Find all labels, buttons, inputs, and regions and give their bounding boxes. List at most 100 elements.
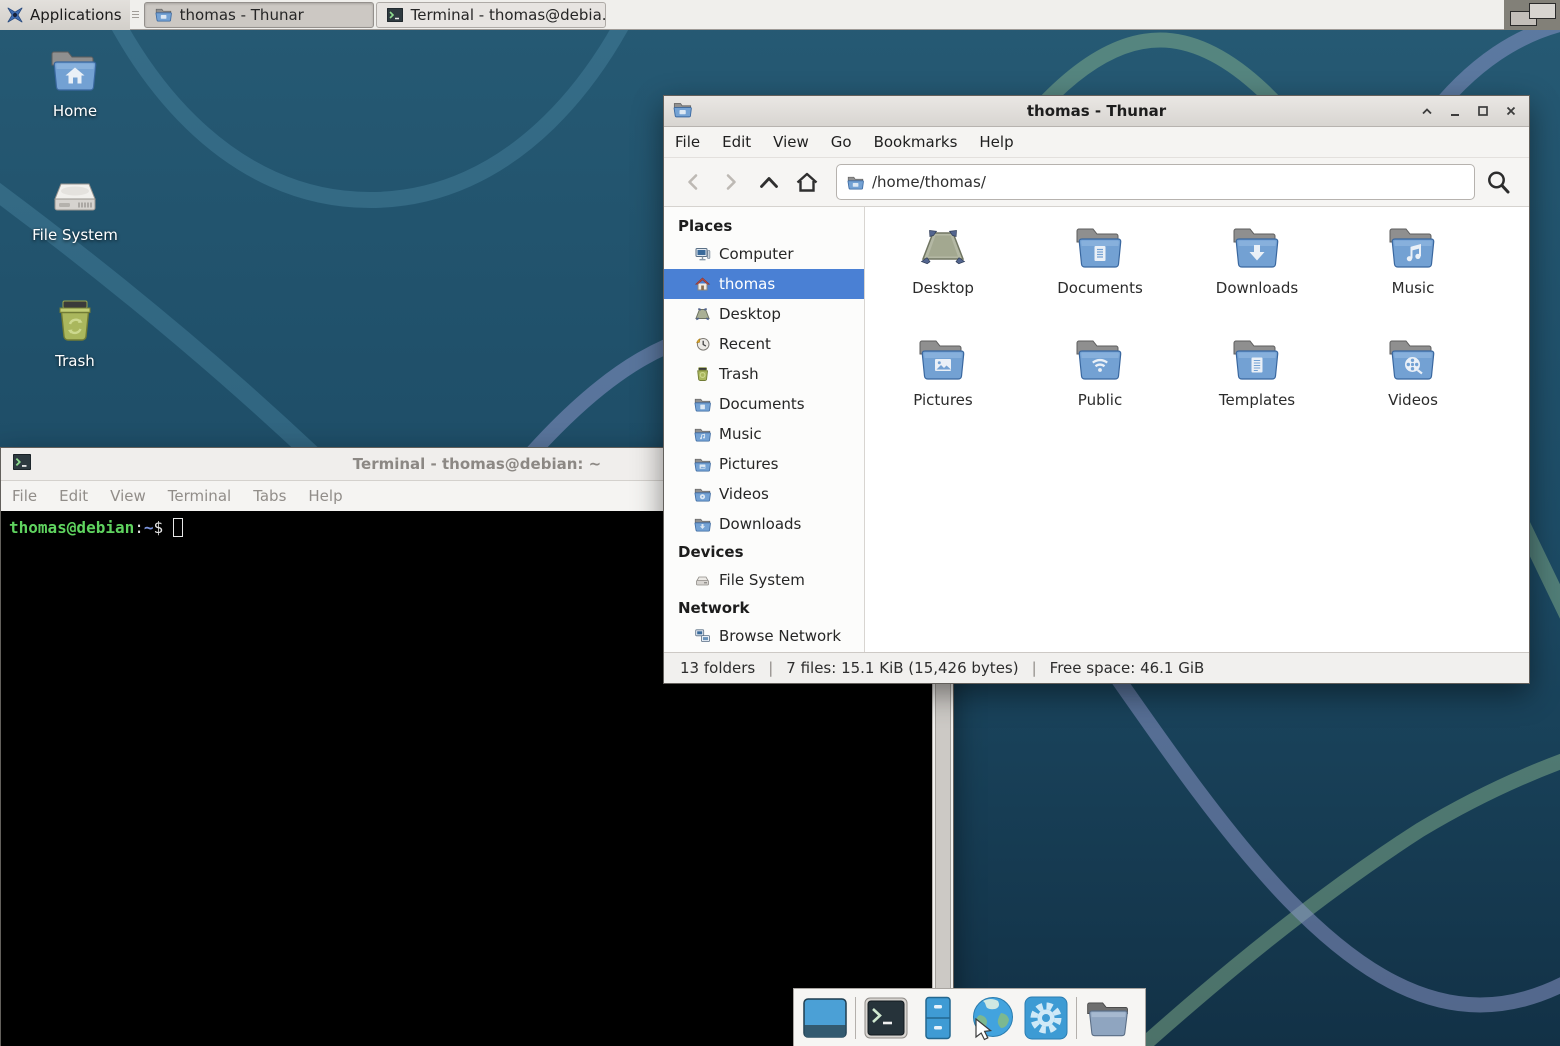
sidebar-item-label: Trash bbox=[719, 365, 759, 383]
desktop-icon-label: File System bbox=[32, 226, 118, 244]
thunar-toolbar: /home/thomas/ bbox=[664, 158, 1529, 207]
terminal-icon[interactable] bbox=[864, 997, 908, 1039]
up-button[interactable] bbox=[752, 165, 786, 199]
file-item-label: Downloads bbox=[1216, 279, 1298, 297]
sidebar-item-computer[interactable]: Computer bbox=[664, 239, 864, 269]
desktop-root: Home File System Trash Terminal - thomas… bbox=[0, 0, 1560, 1046]
thunar-statusbar: 13 folders | 7 files: 15.1 KiB (15,426 b… bbox=[664, 652, 1529, 683]
sidebar-item-desktop[interactable]: Desktop bbox=[664, 299, 864, 329]
taskbar-button-thunar[interactable]: thomas - Thunar bbox=[144, 2, 374, 28]
file-item-desktop[interactable]: Desktop bbox=[868, 223, 1018, 297]
applications-logo-icon bbox=[6, 6, 24, 24]
file-cabinet-icon[interactable] bbox=[916, 996, 960, 1040]
file-item-documents[interactable]: Documents bbox=[1025, 223, 1175, 297]
terminal-cursor bbox=[173, 518, 183, 537]
folder-documents-icon bbox=[694, 397, 711, 412]
menu-bookmarks[interactable]: Bookmarks bbox=[863, 127, 969, 157]
sidebar-item-documents[interactable]: Documents bbox=[664, 389, 864, 419]
sidebar-item-label: Browse Network bbox=[719, 627, 841, 645]
forward-button[interactable] bbox=[714, 165, 748, 199]
path-value: /home/thomas/ bbox=[872, 173, 986, 191]
folder-pictures-icon bbox=[694, 457, 711, 472]
hard-drive-icon bbox=[694, 572, 711, 588]
menu-file[interactable]: File bbox=[664, 127, 711, 157]
thunar-window: thomas - Thunar File Edit View Go Bookma… bbox=[663, 95, 1530, 684]
menu-edit[interactable]: Edit bbox=[48, 481, 99, 511]
sidebar-item-thomas[interactable]: thomas bbox=[664, 269, 864, 299]
menu-view[interactable]: View bbox=[762, 127, 820, 157]
file-item-public[interactable]: Public bbox=[1025, 335, 1175, 409]
menu-view[interactable]: View bbox=[99, 481, 157, 511]
folder-music-icon bbox=[694, 427, 711, 442]
sidebar-item-label: Pictures bbox=[719, 455, 778, 473]
web-browser-icon[interactable] bbox=[968, 995, 1016, 1041]
maximize-button[interactable] bbox=[1475, 103, 1491, 119]
menu-help[interactable]: Help bbox=[297, 481, 353, 511]
sidebar-header-devices: Devices bbox=[664, 539, 864, 565]
folder-icon bbox=[847, 175, 864, 190]
file-item-label: Documents bbox=[1057, 279, 1143, 297]
taskbar-button-terminal[interactable]: Terminal - thomas@debia... bbox=[376, 2, 606, 28]
sidebar-item-videos[interactable]: Videos bbox=[664, 479, 864, 509]
sidebar-item-label: Desktop bbox=[719, 305, 781, 323]
desktop-icon-file-system[interactable]: File System bbox=[15, 172, 135, 244]
dock-separator bbox=[1076, 997, 1077, 1039]
menu-go[interactable]: Go bbox=[820, 127, 863, 157]
home-folder-icon bbox=[49, 48, 101, 94]
file-item-label: Videos bbox=[1388, 391, 1438, 409]
file-item-templates[interactable]: Templates bbox=[1182, 335, 1332, 409]
menu-tabs[interactable]: Tabs bbox=[242, 481, 297, 511]
menu-edit[interactable]: Edit bbox=[711, 127, 762, 157]
home-button[interactable] bbox=[790, 165, 824, 199]
top-panel: Applications thomas - Thunar Terminal - … bbox=[0, 0, 1560, 30]
hard-drive-icon bbox=[49, 172, 101, 218]
applications-menu-button[interactable]: Applications bbox=[0, 0, 130, 30]
prompt-user-host: thomas@debian bbox=[9, 518, 134, 537]
folder-downloads-icon bbox=[1231, 223, 1283, 273]
sidebar-header-network: Network bbox=[664, 595, 864, 621]
sidebar-item-pictures[interactable]: Pictures bbox=[664, 449, 864, 479]
folder-videos-icon bbox=[1387, 335, 1439, 385]
desktop-icon-home[interactable]: Home bbox=[15, 48, 135, 120]
sidebar-item-browse-network[interactable]: Browse Network bbox=[664, 621, 864, 651]
prompt-separator: : bbox=[134, 518, 144, 537]
search-icon[interactable] bbox=[1479, 164, 1517, 200]
sidebar-item-music[interactable]: Music bbox=[664, 419, 864, 449]
terminal-icon bbox=[13, 454, 31, 474]
menu-file[interactable]: File bbox=[1, 481, 48, 511]
minimize-button[interactable] bbox=[1447, 103, 1463, 119]
status-folders: 13 folders bbox=[680, 659, 755, 677]
show-desktop-icon[interactable] bbox=[803, 998, 847, 1038]
folder-public-icon bbox=[1074, 335, 1126, 385]
file-manager-icon[interactable] bbox=[1085, 997, 1131, 1039]
trash-icon bbox=[49, 298, 101, 344]
file-item-downloads[interactable]: Downloads bbox=[1182, 223, 1332, 297]
prompt-path: ~ bbox=[144, 518, 154, 537]
folder-pictures-icon bbox=[917, 335, 969, 385]
file-item-pictures[interactable]: Pictures bbox=[868, 335, 1018, 409]
sidebar-item-label: Music bbox=[719, 425, 762, 443]
sidebar-item-file-system[interactable]: File System bbox=[664, 565, 864, 595]
sidebar-item-trash[interactable]: Trash bbox=[664, 359, 864, 389]
folder-icon bbox=[673, 101, 692, 122]
taskbar-button-label: Terminal - thomas@debia... bbox=[411, 6, 606, 24]
menu-help[interactable]: Help bbox=[968, 127, 1024, 157]
menu-terminal[interactable]: Terminal bbox=[157, 481, 242, 511]
thunar-folder-icon bbox=[155, 7, 172, 22]
workspace-switcher[interactable] bbox=[1504, 0, 1560, 30]
close-button[interactable] bbox=[1503, 103, 1519, 119]
sidebar-header-places: Places bbox=[664, 213, 864, 239]
back-button[interactable] bbox=[676, 165, 710, 199]
path-field[interactable]: /home/thomas/ bbox=[836, 164, 1475, 200]
file-item-label: Templates bbox=[1219, 391, 1295, 409]
file-item-videos[interactable]: Videos bbox=[1338, 335, 1488, 409]
file-item-music[interactable]: Music bbox=[1338, 223, 1488, 297]
desktop-icon-trash[interactable]: Trash bbox=[15, 298, 135, 370]
pager-window-thunar bbox=[1529, 3, 1556, 19]
shade-button[interactable] bbox=[1419, 103, 1435, 119]
thunar-titlebar[interactable]: thomas - Thunar bbox=[664, 96, 1529, 127]
file-item-label: Pictures bbox=[913, 391, 972, 409]
settings-gear-icon[interactable] bbox=[1024, 996, 1068, 1040]
sidebar-item-recent[interactable]: Recent bbox=[664, 329, 864, 359]
sidebar-item-downloads[interactable]: Downloads bbox=[664, 509, 864, 539]
